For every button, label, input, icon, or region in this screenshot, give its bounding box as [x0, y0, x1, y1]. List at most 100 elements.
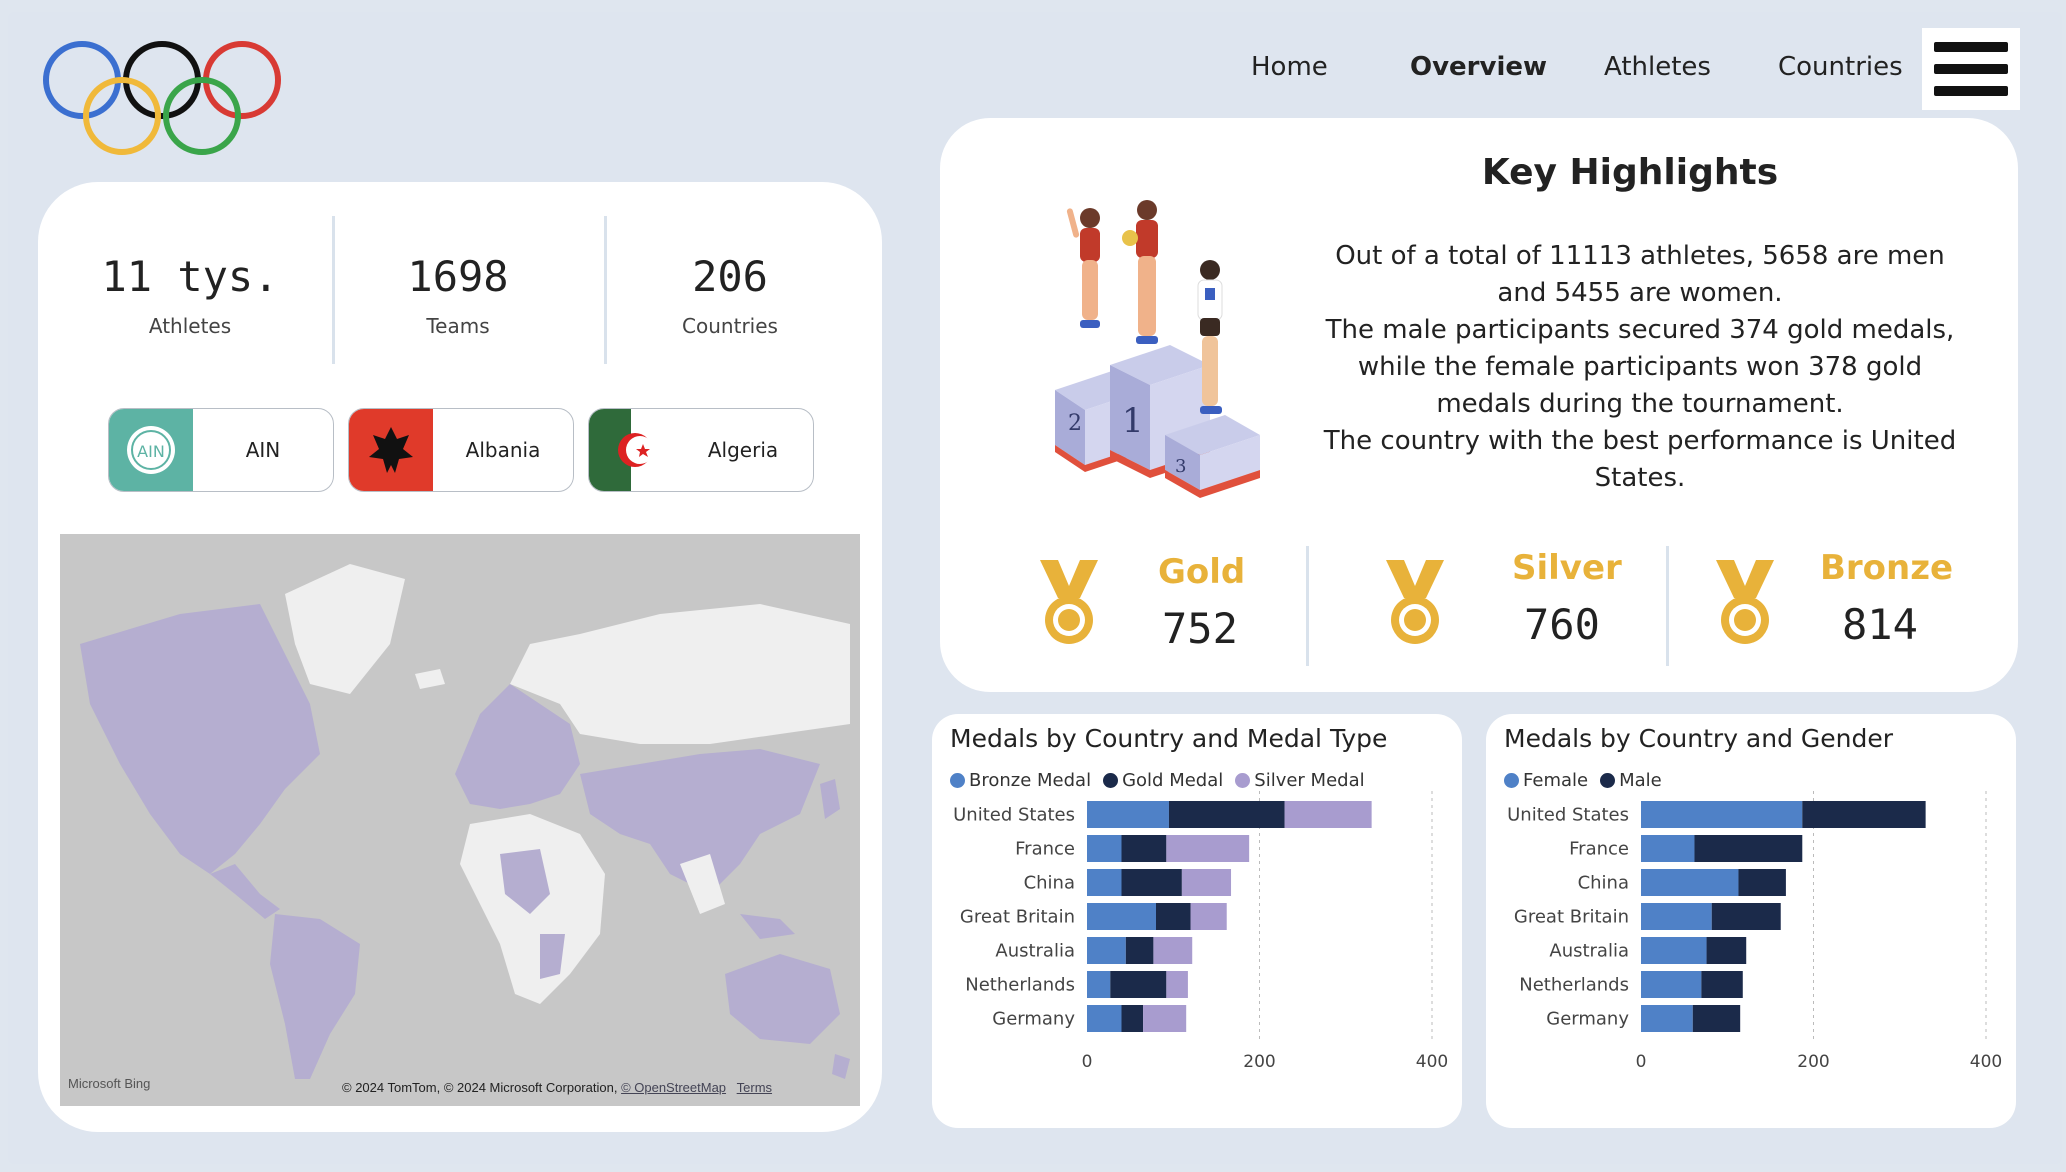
y-category-label: France [1569, 839, 1629, 860]
bar-segment [1143, 1005, 1187, 1032]
y-category-label: Australia [995, 941, 1075, 962]
bar-segment [1641, 1005, 1693, 1032]
bar-segment [1087, 835, 1122, 862]
openstreetmap-link[interactable]: © OpenStreetMap [621, 1080, 726, 1095]
x-tick-label: 200 [1243, 1052, 1275, 1072]
olympic-rings-logo [43, 41, 281, 155]
nav-overview[interactable]: Overview [1410, 52, 1547, 82]
bar-segment [1121, 835, 1167, 862]
bar-segment [1641, 835, 1695, 862]
bar-segment [1701, 971, 1743, 998]
bar-segment [1156, 903, 1191, 930]
y-category-label: Netherlands [965, 975, 1075, 996]
svg-text:1: 1 [1122, 401, 1144, 441]
bar-segment [1121, 1005, 1144, 1032]
svg-text:2: 2 [1068, 411, 1082, 436]
nav-athletes[interactable]: Athletes [1604, 52, 1711, 82]
bar-segment [1706, 937, 1747, 964]
medals-by-type-panel: Medals by Country and Medal Type Bronze … [932, 714, 1462, 1128]
x-tick-label: 0 [1636, 1052, 1647, 1072]
y-category-label: China [1578, 873, 1629, 894]
x-tick-label: 0 [1082, 1052, 1093, 1072]
medals-by-gender-panel: Medals by Country and Gender Female Male… [1486, 714, 2016, 1128]
bronze-medal-icon [1716, 560, 1774, 644]
country-chip-algeria[interactable]: Algeria [588, 408, 814, 492]
bronze-label: Bronze [1820, 548, 1954, 588]
medal-divider [1666, 546, 1669, 666]
key-highlights-text: Out of a total of 11113 athletes, 5658 a… [1310, 238, 1970, 497]
bar-segment [1125, 937, 1154, 964]
highlight-line: The male participants secured 374 gold m… [1325, 315, 1955, 419]
bar-segment [1641, 801, 1803, 828]
podium-illustration: 2 1 3 [1055, 200, 1260, 498]
y-category-label: Great Britain [1514, 907, 1629, 928]
bar-segment [1692, 1005, 1741, 1032]
country-chip-label: Albania [465, 438, 541, 462]
albania-flag-icon [349, 409, 433, 491]
ain-flag-icon: AIN [109, 409, 193, 491]
bar-segment [1087, 937, 1126, 964]
map-provider-logo: Microsoft Bing [68, 1076, 151, 1091]
nav-home[interactable]: Home [1251, 52, 1328, 82]
y-category-label: Netherlands [1519, 975, 1629, 996]
bar-segment [1166, 835, 1250, 862]
y-category-label: Great Britain [960, 907, 1075, 928]
key-highlights-title: Key Highlights [1481, 152, 1779, 193]
medals-by-gender-chart: 0 200 400 United States France China Great Bri… [1507, 791, 2002, 1072]
kpi-teams-label: Teams [426, 314, 490, 338]
bar-segment [1087, 903, 1156, 930]
highlight-line: Out of a total of 11113 athletes, 5658 a… [1335, 241, 1945, 308]
svg-text:3: 3 [1175, 456, 1186, 477]
map-attribution: © 2024 TomTom, © 2024 Microsoft Corporat… [342, 1080, 772, 1095]
kpi-athletes-label: Athletes [148, 314, 232, 338]
x-tick-label: 200 [1797, 1052, 1829, 1072]
bar-segment [1166, 971, 1188, 998]
bar-segment [1284, 801, 1372, 828]
algeria-flag-icon [589, 409, 673, 491]
bar-segment [1087, 1005, 1122, 1032]
y-category-label: United States [1507, 805, 1629, 826]
x-tick-label: 400 [1416, 1052, 1448, 1072]
kpi-athletes-value: 11 tys. [101, 252, 279, 301]
y-category-label: United States [953, 805, 1075, 826]
silver-label: Silver [1512, 548, 1622, 588]
world-map-canvas [60, 534, 860, 1106]
bar-segment [1110, 971, 1167, 998]
bar-segment [1153, 937, 1193, 964]
country-chip-ain[interactable]: AIN AIN [108, 408, 334, 492]
bar-segment [1641, 971, 1702, 998]
bar-segment [1694, 835, 1803, 862]
bar-segment [1190, 903, 1227, 930]
bar-segment [1087, 869, 1122, 896]
country-chip-albania[interactable]: Albania [348, 408, 574, 492]
bar-segment [1641, 937, 1707, 964]
kpi-teams-value: 1698 [407, 252, 509, 301]
bar-segment [1168, 801, 1285, 828]
bar-segment [1121, 869, 1182, 896]
bar-segment [1802, 801, 1926, 828]
country-chip-label: AIN [245, 438, 281, 462]
bar-segment [1641, 903, 1712, 930]
gold-medal-icon [1040, 560, 1098, 644]
nav-countries[interactable]: Countries [1778, 52, 1903, 82]
medal-divider [1306, 546, 1309, 666]
bar-segment [1181, 869, 1232, 896]
kpi-countries-value: 206 [692, 252, 768, 301]
map-terms-link[interactable]: Terms [737, 1080, 772, 1095]
world-map[interactable] [60, 534, 860, 1106]
y-category-label: France [1015, 839, 1075, 860]
country-chip-label: Algeria [707, 438, 779, 462]
hamburger-menu-icon[interactable] [1922, 28, 2020, 110]
highlight-line: The country with the best performance is… [1323, 426, 1957, 493]
y-category-label: Germany [992, 1009, 1075, 1030]
bar-segment [1087, 971, 1111, 998]
gold-label: Gold [1158, 552, 1246, 592]
y-category-label: China [1024, 873, 1075, 894]
bar-segment [1087, 801, 1169, 828]
gold-value: 752 [1162, 604, 1238, 653]
silver-value: 760 [1524, 600, 1600, 649]
bronze-value: 814 [1842, 600, 1918, 649]
map-attribution-text: © 2024 TomTom, © 2024 Microsoft Corporat… [342, 1080, 618, 1095]
bar-segment [1738, 869, 1786, 896]
y-category-label: Germany [1546, 1009, 1629, 1030]
